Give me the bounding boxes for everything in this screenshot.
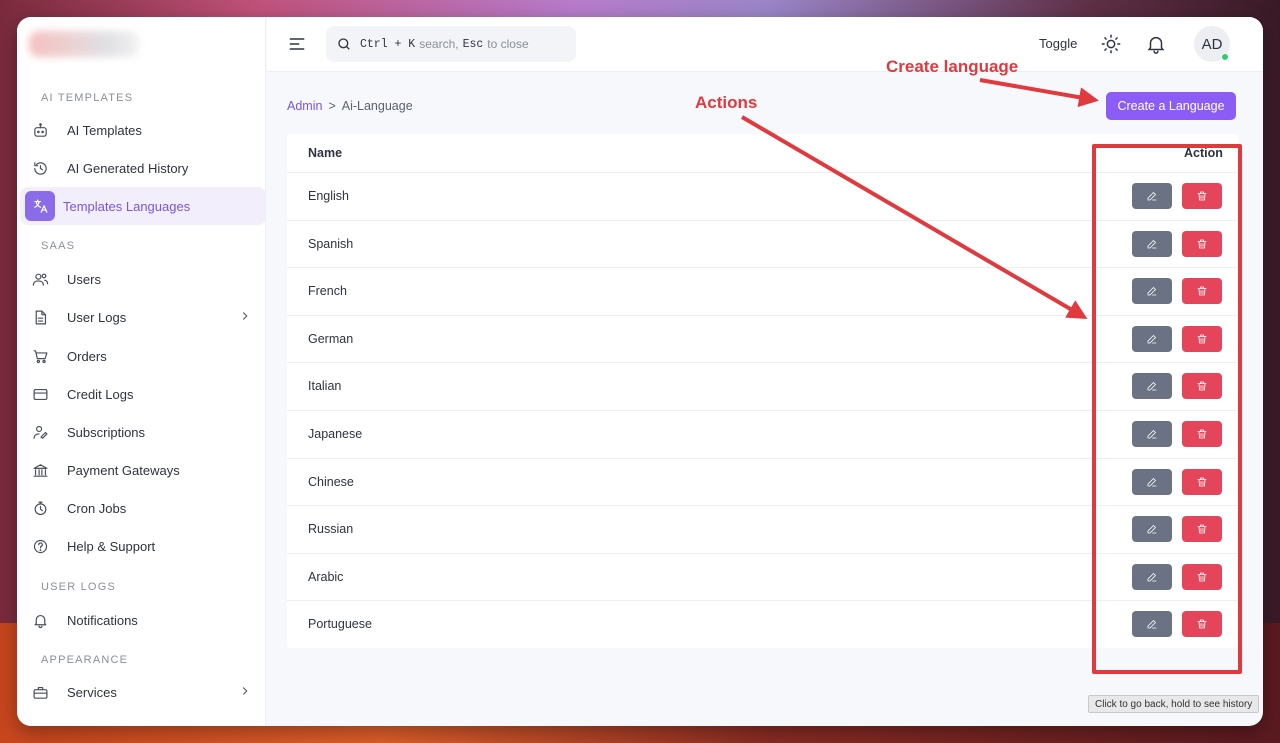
app-window: AI TEMPLATES AI Templates AI Generated H… [17, 17, 1263, 726]
users-icon [29, 268, 51, 290]
sidebar-item-notifications[interactable]: Notifications [20, 601, 266, 639]
sidebar-item-label: Templates Languages [63, 198, 191, 214]
actions-highlight-box [1092, 144, 1242, 674]
search-close-key: Esc [462, 37, 484, 51]
sidebar-item-help-support[interactable]: Help & Support [20, 527, 266, 565]
sidebar-item-label: Help & Support [67, 538, 156, 554]
sidebar-item-services[interactable]: Services [20, 673, 266, 711]
toggle-link[interactable]: Toggle [1039, 36, 1077, 51]
top-header: Ctrl + K search, Esc to close Toggle AD [267, 17, 1263, 72]
translate-icon [25, 191, 55, 221]
language-name: English [308, 189, 349, 203]
language-name: Italian [308, 379, 342, 394]
brand-logo [29, 31, 139, 57]
sidebar-item-label: Credit Logs [67, 386, 134, 402]
chevron-right-icon [238, 684, 252, 698]
sun-icon[interactable] [1100, 33, 1122, 55]
language-name: Arabic [308, 569, 344, 584]
sidebar-item-templates-languages[interactable]: Templates Languages [20, 187, 266, 225]
bank-icon [29, 459, 51, 481]
breadcrumb-separator: > [328, 99, 336, 113]
language-name: Japanese [308, 427, 363, 441]
search-close-text: to close [487, 37, 529, 51]
bell-icon[interactable] [1145, 33, 1167, 55]
arrow-to-create-button [979, 78, 1099, 108]
language-name: French [308, 284, 347, 299]
column-header-name: Name [308, 146, 343, 160]
sidebar-item-label: Notifications [67, 612, 138, 628]
sidebar-item-label: Subscriptions [67, 424, 146, 440]
sidebar-item-payment-gateways[interactable]: Payment Gateways [20, 451, 266, 489]
sidebar-item-user-logs[interactable]: User Logs [20, 298, 266, 336]
search-hint-text: search, [419, 37, 459, 51]
sidebar-item-users[interactable]: Users [20, 260, 266, 298]
sidebar-item-label: Payment Gateways [67, 462, 180, 478]
sidebar-item-ai-generated-history[interactable]: AI Generated History [20, 149, 266, 187]
cart-icon [29, 345, 51, 367]
search-icon [338, 38, 350, 50]
bell-icon [29, 609, 51, 631]
sidebar-item-label: Cron Jobs [67, 500, 127, 516]
sidebar-item-label: Orders [67, 348, 107, 364]
stopwatch-icon [29, 497, 51, 519]
menu-icon[interactable] [287, 34, 307, 54]
help-icon [29, 535, 51, 557]
credit-card-icon [29, 383, 51, 405]
robot-icon [29, 119, 51, 141]
sidebar-item-ai-templates[interactable]: AI Templates [20, 111, 266, 149]
sidebar: AI TEMPLATES AI Templates AI Generated H… [17, 17, 266, 726]
sidebar-item-cron-jobs[interactable]: Cron Jobs [20, 489, 266, 527]
sidebar-item-subscriptions[interactable]: Subscriptions [20, 413, 266, 451]
online-status-dot [1221, 53, 1229, 61]
avatar[interactable]: AD [1194, 26, 1230, 62]
sidebar-item-credit-logs[interactable]: Credit Logs [20, 375, 266, 413]
language-name: Portuguese [308, 617, 372, 632]
breadcrumb: Admin > Ai-Language [287, 99, 413, 113]
back-button-tooltip: Click to go back, hold to see history [1088, 695, 1260, 713]
sidebar-item-label: AI Generated History [67, 160, 189, 176]
sidebar-item-label: AI Templates [67, 122, 142, 138]
history-icon [29, 157, 51, 179]
language-name: Russian [308, 522, 354, 537]
section-label-user-logs: USER LOGS [41, 581, 116, 593]
file-icon [29, 306, 51, 328]
sidebar-item-label: Users [67, 271, 101, 287]
section-label-appearance: APPEARANCE [41, 654, 129, 666]
search-shortcut-key: Ctrl + K [360, 37, 416, 51]
breadcrumb-admin-link[interactable]: Admin [287, 99, 322, 113]
annotation-actions: Actions [695, 93, 758, 112]
sidebar-item-label: User Logs [67, 309, 127, 325]
avatar-initials: AD [1201, 35, 1223, 53]
search-input[interactable]: Ctrl + K search, Esc to close [326, 26, 576, 62]
breadcrumb-current: Ai-Language [341, 99, 413, 113]
sidebar-item-label: Services [67, 684, 117, 700]
sidebar-item-orders[interactable]: Orders [20, 337, 266, 375]
annotation-create-language: Create language [886, 57, 1019, 76]
create-language-button[interactable]: Create a Language [1106, 92, 1236, 120]
language-name: German [308, 331, 354, 346]
language-name: Spanish [308, 236, 354, 251]
briefcase-icon [29, 681, 51, 703]
chevron-right-icon [238, 309, 252, 323]
language-name: Chinese [308, 474, 354, 489]
section-label-ai-templates: AI TEMPLATES [41, 92, 134, 104]
section-label-saas: SAAS [41, 240, 76, 252]
signature-icon [29, 421, 51, 443]
